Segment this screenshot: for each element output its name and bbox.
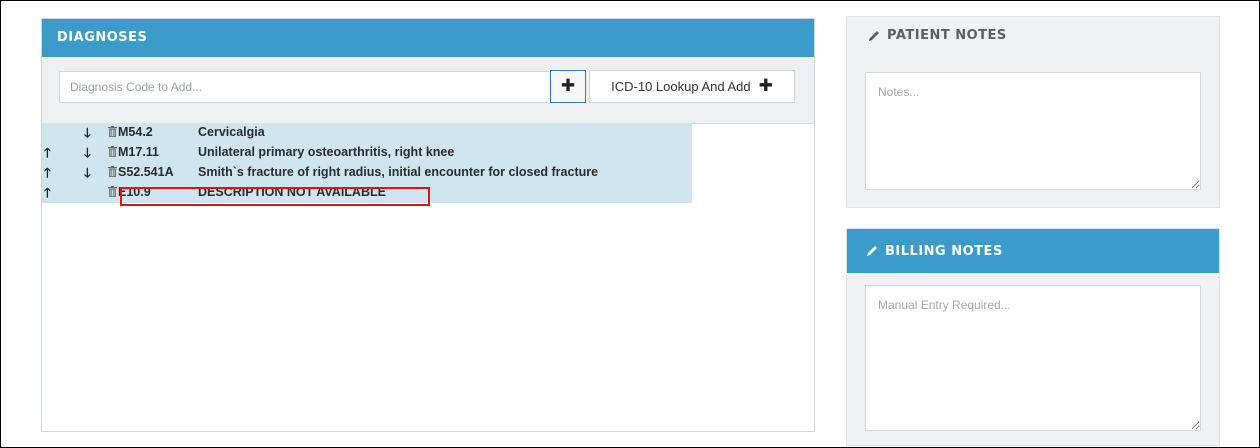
patient-notes-title: PATIENT NOTES [887,28,1007,43]
pencil-icon [869,30,879,41]
diagnosis-row: 🡑 E10.9 DESCRIPTION NOT AVAILABLE [42,183,692,203]
move-up-icon[interactable]: 🡑 [44,184,51,206]
patient-notes-header: PATIENT NOTES [867,28,1007,43]
billing-notes-textarea[interactable] [865,285,1201,431]
plus-icon: ✚ [560,76,576,96]
billing-notes-title: BILLING NOTES [885,243,1003,259]
trash-icon[interactable] [108,146,117,157]
patient-notes-textarea[interactable] [865,72,1201,190]
pencil-icon [867,246,877,256]
diagnosis-code: E10.9 [118,185,151,199]
diagnosis-row: 🡓 M54.2 Cervicalgia [42,123,692,143]
diagnosis-code: S52.541A [118,165,174,179]
trash-icon[interactable] [108,126,117,137]
diagnosis-list: 🡓 M54.2 Cervicalgia 🡑 🡓 M17.11 Unilatera… [42,123,692,206]
add-diagnosis-button[interactable]: ✚ [550,70,586,103]
diagnosis-row: 🡑 🡓 M17.11 Unilateral primary osteoarthr… [42,143,692,163]
trash-icon[interactable] [108,166,117,177]
trash-icon[interactable] [108,186,117,197]
diagnoses-toolbar: ✚ ICD-10 Lookup And Add ✚ [42,57,814,124]
plus-icon: ✚ [758,76,773,96]
diagnosis-description: Cervicalgia [198,125,265,139]
diagnoses-panel: DIAGNOSES ✚ ICD-10 Lookup And Add ✚ 🡓 M5… [41,18,815,432]
diagnosis-code-input[interactable] [59,71,549,103]
patient-notes-panel: PATIENT NOTES [846,16,1220,208]
diagnosis-description: DESCRIPTION NOT AVAILABLE [198,185,386,199]
diagnosis-row: 🡑 🡓 S52.541A Smith`s fracture of right r… [42,163,692,183]
diagnoses-title: DIAGNOSES [42,19,814,57]
icd10-lookup-label: ICD-10 Lookup And Add [611,79,751,94]
diagnosis-description: Unilateral primary osteoarthritis, right… [198,145,455,159]
diagnosis-description: Smith`s fracture of right radius, initia… [198,165,599,179]
billing-notes-header: BILLING NOTES [847,229,1219,273]
icd10-lookup-button[interactable]: ICD-10 Lookup And Add ✚ [589,70,795,103]
diagnosis-code: M17.11 [118,145,160,159]
diagnosis-code: M54.2 [118,125,153,139]
billing-notes-panel: BILLING NOTES [846,228,1220,446]
